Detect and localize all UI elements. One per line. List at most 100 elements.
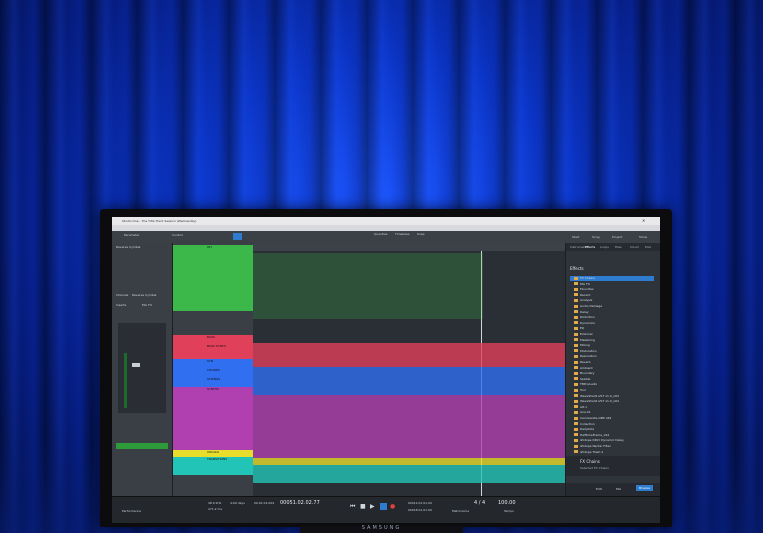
audio-clip[interactable] [253,367,565,376]
browser-tab-pool[interactable]: Pool [645,245,651,249]
browser-item[interactable]: Mixing [574,343,590,347]
song-button[interactable]: Song [592,235,600,239]
track-header[interactable]: OH [173,245,253,311]
mix-button[interactable]: Mix [616,487,621,491]
record-icon[interactable]: ● [390,503,395,510]
audio-clip[interactable] [253,343,565,352]
control-dropdown[interactable]: Control [172,233,183,237]
browser-item[interactable]: External [574,332,592,336]
browser-item[interactable]: WaveShell1-VST 11.0_x64 [574,399,619,403]
browser-item[interactable]: EQ [574,326,584,330]
inserts-label: Inserts [116,303,127,307]
audio-clip[interactable] [253,385,565,395]
browser-tab-loops[interactable]: Loops [600,245,609,249]
browser-item[interactable]: iZotope Nectar Filter [574,444,611,448]
browser-item[interactable]: Modulation [574,349,597,353]
edit-button[interactable]: Edit [596,487,602,491]
browser-item[interactable]: iZotope DDLY Dynamic Delay [574,438,624,442]
metronome-label[interactable]: Metronome [452,509,469,513]
browser-item[interactable]: HalftimeFrame_x64 [574,433,609,437]
browser-item-label: Collection [580,421,595,426]
audio-clip[interactable] [253,253,483,319]
browser-tab-files[interactable]: Files [615,245,622,249]
browser-item[interactable]: iZotope Trash 2 [574,450,603,454]
browser-tab-effects[interactable]: Effects [585,245,595,249]
audio-clip[interactable] [253,395,565,458]
browser-item[interactable]: FX Chains [574,276,595,280]
browser-item[interactable]: Reverb [574,360,591,364]
snap-label[interactable]: Snap [417,232,425,236]
browser-item[interactable]: Delay [574,310,589,314]
audio-clip[interactable] [253,376,565,385]
track-header[interactable]: SYN [173,359,253,368]
tempo-value[interactable]: 100.00 [498,500,516,506]
track-lane[interactable] [253,458,565,465]
arrow-tool-icon[interactable] [233,233,242,240]
track-header[interactable]: BASS [173,335,253,344]
show-button[interactable]: Show [639,235,647,239]
browser-item[interactable]: Dynamics [574,321,595,325]
time-signature[interactable]: 4 / 4 [474,500,485,506]
project-button[interactable]: Project [612,235,622,239]
browser-item[interactable]: Mastering [574,338,595,342]
browser-item[interactable]: Recent [574,293,590,297]
browser-item[interactable]: Tool [574,388,586,392]
play-icon[interactable]: ▶ [370,503,375,510]
track-lane[interactable] [253,352,565,367]
browser-item[interactable]: Ana-01 [574,410,591,414]
start-button[interactable]: Start [572,235,579,239]
track-header[interactable]: STRINGS [173,377,253,387]
stop-icon[interactable]: ■ [360,503,366,510]
quantize-label[interactable]: Quantize [374,232,387,236]
loop-icon[interactable] [380,503,387,510]
browser-item[interactable]: Analysis [574,298,592,302]
browser-item[interactable]: Ambient [574,366,593,370]
audio-clip[interactable] [253,465,565,483]
track-lane[interactable] [253,395,565,458]
parameter-dropdown[interactable]: Parameter [124,233,140,237]
browser-item[interactable]: WaveShell1-VST 11.0_x64 [574,394,619,398]
browser-item[interactable]: Dailybots [574,427,594,431]
folder-icon [574,438,578,442]
browser-item-label: Modulation [580,348,597,353]
browser-item[interactable]: Resonation [574,354,597,358]
browser-item-label: Mastering [580,337,595,342]
browser-tab-cloud[interactable]: Cloud [630,245,639,249]
browser-item[interactable]: Spatial [574,377,590,381]
track-lane[interactable] [253,376,565,385]
track-name: VOCALS [207,450,220,454]
volume-fader[interactable] [132,363,140,367]
audio-clip[interactable] [253,352,565,367]
browser-item-label: Dailybots [580,427,595,432]
browser-item[interactable]: Audio Damage [574,304,602,308]
track-lane[interactable] [253,465,565,483]
browse-button[interactable]: Browse [636,485,653,491]
timebase-label[interactable]: Timebase [395,232,410,236]
close-icon[interactable]: ✕ [642,218,645,223]
track-header[interactable]: BASS SYNTH [173,344,253,359]
browser-item-label: HalftimeFrame_x64 [580,432,610,437]
reverse-cymbal-chip[interactable] [116,443,168,449]
browser-item[interactable]: Boundary [574,371,594,375]
browser-item-label: Mix FX [580,281,590,286]
track-lane[interactable] [253,343,565,352]
track-header[interactable]: CHORDS [173,368,253,377]
browser-item[interactable]: Alt-1 [574,405,587,409]
track-lane[interactable] [253,253,565,319]
timeline-ruler[interactable] [253,243,565,251]
track-header[interactable]: TRANSITIONS [173,457,253,475]
track-name: STRINGS [207,377,221,381]
track-lane[interactable] [253,367,565,376]
browser-item[interactable]: Collection [574,422,595,426]
track-header[interactable]: SYNTHS [173,387,253,450]
browser-item[interactable]: Mix FX [574,282,590,286]
rewind-icon[interactable]: ⏮ [350,503,355,511]
browser-item[interactable]: Distortion [574,315,595,319]
browser-item[interactable]: TBProAudio [574,382,597,386]
track-header[interactable]: VOCALS [173,450,253,457]
browser-item[interactable]: Ceruleanite-OBP x64 [574,416,611,420]
browser-item-label: iZotope DDLY Dynamic Delay [580,438,624,443]
audio-clip[interactable] [253,458,565,465]
browser-item[interactable]: Favorites [574,287,594,291]
track-lane[interactable] [253,385,565,395]
